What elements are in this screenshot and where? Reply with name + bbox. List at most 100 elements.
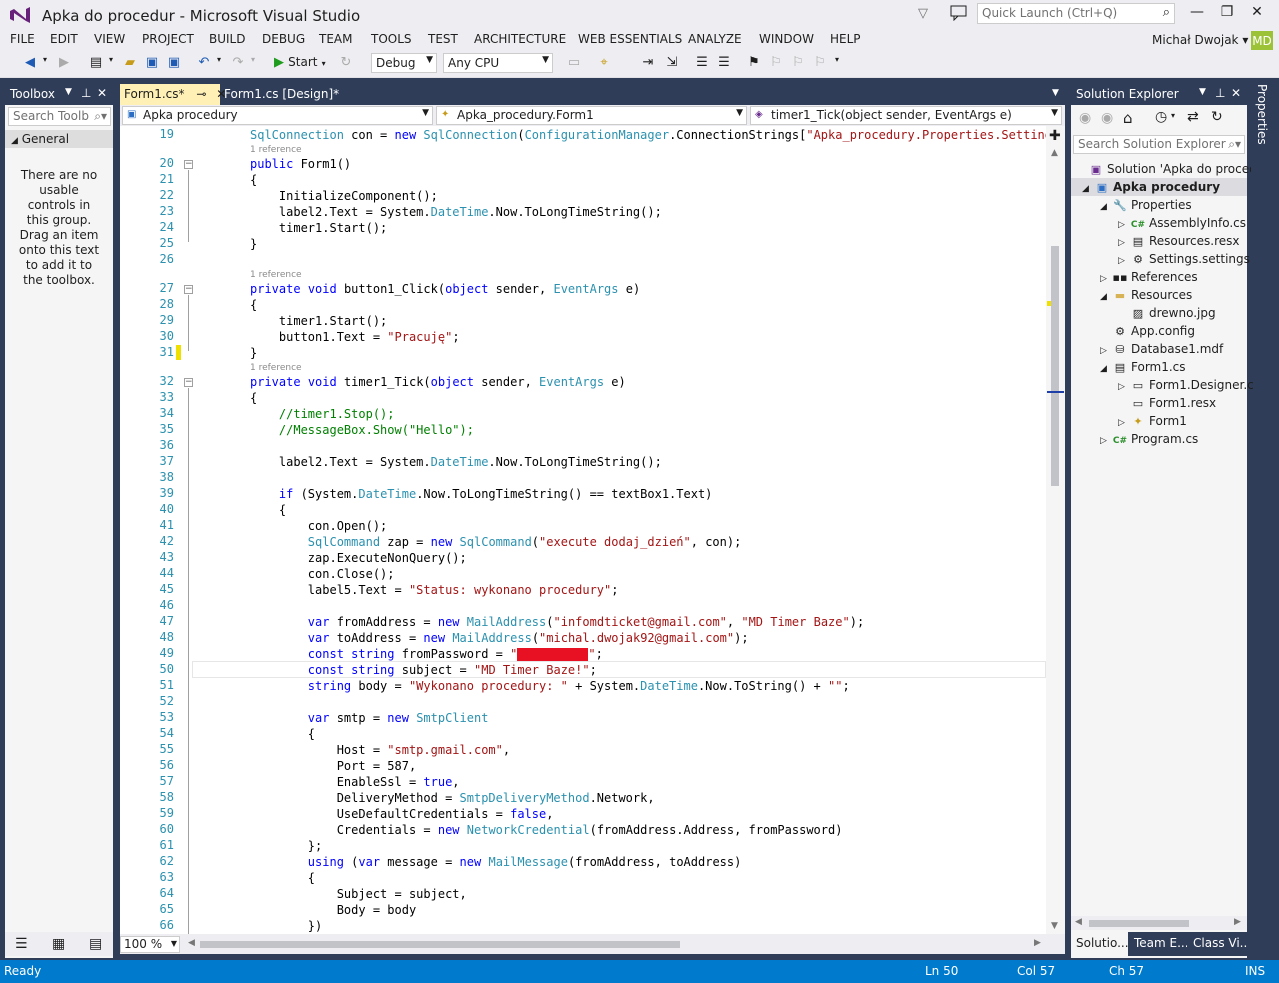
- scroll-down-icon[interactable]: ▼: [1051, 921, 1058, 931]
- tab-form1-design[interactable]: Form1.cs [Design]*: [220, 84, 340, 105]
- tree-item-resources-resx[interactable]: ▷ ▤ Resources.resx: [1118, 232, 1240, 250]
- menu-analyze[interactable]: ANALYZE: [688, 32, 742, 46]
- menu-team[interactable]: TEAM: [319, 32, 352, 46]
- scrollbar-thumb[interactable]: [1051, 246, 1059, 486]
- toolbar-overflow-icon[interactable]: ▾: [832, 55, 842, 73]
- menu-edit[interactable]: EDIT: [50, 32, 78, 46]
- tree-item-resources-folder[interactable]: ◢ ▬ Resources: [1100, 286, 1192, 304]
- tree-item-references[interactable]: ▷ ▪▪ References: [1100, 268, 1198, 286]
- tree-item-appconfig[interactable]: ⚙ App.config: [1112, 322, 1195, 340]
- class-dropdown[interactable]: ✦ Apka_procedury.Form1 ▼: [436, 106, 747, 125]
- outdent-icon[interactable]: ☰: [716, 55, 732, 73]
- next-bookmark-icon[interactable]: ⚐: [790, 55, 806, 73]
- back-icon[interactable]: ◉: [1079, 110, 1091, 126]
- menu-tools[interactable]: TOOLS: [371, 32, 412, 46]
- redo-icon[interactable]: ↷: [230, 55, 246, 73]
- menu-window[interactable]: WINDOW: [759, 32, 814, 46]
- indent-icon[interactable]: ☰: [694, 55, 710, 73]
- solution-explorer-hscrollbar[interactable]: ◀ ▶: [1071, 916, 1247, 930]
- history-dropdown-icon[interactable]: ▾: [1171, 111, 1175, 120]
- tree-item-form1-designer[interactable]: ▷ ▭ Form1.Designer.c: [1118, 376, 1254, 394]
- properties-side-tab[interactable]: Properties: [1251, 84, 1276, 234]
- solution-platform-select[interactable]: Any CPU ▼: [443, 53, 553, 73]
- tree-item-project[interactable]: ◢ ▣ Apka procedury: [1082, 178, 1220, 196]
- home-icon[interactable]: ⌂: [1123, 109, 1133, 127]
- attach-icon[interactable]: ▭: [566, 55, 582, 73]
- refresh-icon[interactable]: ↻: [1211, 109, 1223, 125]
- menu-help[interactable]: HELP: [830, 32, 861, 46]
- close-icon[interactable]: ✕: [97, 86, 107, 100]
- tree-item-drewno[interactable]: ▨ drewno.jpg: [1130, 304, 1216, 322]
- pin-icon[interactable]: ⊸: [196, 87, 206, 101]
- menu-project[interactable]: PROJECT: [142, 32, 194, 46]
- tab-solution-explorer[interactable]: Solutio...: [1071, 932, 1128, 956]
- codelens-reference[interactable]: 1 reference: [250, 145, 302, 155]
- codelens-reference[interactable]: 1 reference: [250, 363, 302, 373]
- user-name[interactable]: Michał Dwojak ▾: [1152, 33, 1248, 47]
- document-outline-icon[interactable]: ▤: [89, 936, 102, 952]
- back-dropdown-icon[interactable]: ▾: [40, 55, 50, 73]
- zoom-select[interactable]: 100 % ▼: [120, 936, 180, 953]
- server-explorer-icon[interactable]: ☰: [15, 936, 28, 952]
- pin-icon[interactable]: ⊥: [81, 86, 91, 100]
- sync-icon[interactable]: ⇄: [1187, 109, 1199, 125]
- tree-item-properties[interactable]: ◢ 🔧 Properties: [1100, 196, 1192, 214]
- tab-class-view[interactable]: Class Vi...: [1188, 932, 1247, 956]
- undo-dropdown-icon[interactable]: ▾: [214, 55, 224, 73]
- tree-item-settings[interactable]: ▷ ⚙ Settings.settings: [1118, 250, 1250, 268]
- step-into-icon[interactable]: ⇲: [664, 55, 680, 73]
- project-dropdown[interactable]: ▣ Apka procedury ▼: [122, 106, 433, 125]
- member-dropdown[interactable]: ◈ timer1_Tick(object sender, EventArgs e)…: [750, 106, 1062, 125]
- menu-file[interactable]: FILE: [10, 32, 35, 46]
- prev-bookmark-icon[interactable]: ⚐: [768, 55, 784, 73]
- undo-icon[interactable]: ↶: [196, 55, 212, 73]
- toolbox-search-input[interactable]: Search Toolb ⌕▾: [8, 107, 111, 126]
- menu-view[interactable]: VIEW: [94, 32, 125, 46]
- collapse-region-icon[interactable]: −: [184, 285, 193, 294]
- restore-button[interactable]: ❐: [1212, 4, 1242, 24]
- feedback-icon[interactable]: [950, 5, 968, 21]
- scroll-left-icon[interactable]: ◀: [188, 938, 195, 948]
- start-button[interactable]: ▶ Start ▾: [274, 55, 330, 73]
- history-icon[interactable]: ◷: [1155, 109, 1167, 125]
- chevron-down-icon[interactable]: ▼: [1199, 87, 1206, 97]
- tree-item-solution[interactable]: ▣ Solution 'Apka do procedu: [1088, 160, 1265, 178]
- scrollbar-thumb[interactable]: [1089, 920, 1189, 927]
- clear-bookmarks-icon[interactable]: ⚐: [812, 55, 828, 73]
- horizontal-scrollbar[interactable]: ◀ ▶: [120, 934, 1065, 954]
- solution-explorer-search-input[interactable]: Search Solution Explorer (⌕▾: [1073, 135, 1245, 154]
- scroll-right-icon[interactable]: ▶: [1034, 938, 1041, 948]
- tree-item-assemblyinfo[interactable]: ▷ C# AssemblyInfo.cs: [1118, 214, 1246, 232]
- avatar[interactable]: MD: [1251, 31, 1273, 51]
- tab-overflow-icon[interactable]: ▼: [1052, 88, 1059, 98]
- vertical-scrollbar[interactable]: ✚ ▲ ▼: [1046, 126, 1065, 934]
- menu-architecture[interactable]: ARCHITECTURE: [474, 32, 566, 46]
- save-all-icon[interactable]: ▣: [166, 55, 182, 73]
- tree-item-form1-resx[interactable]: ▭ Form1.resx: [1130, 394, 1216, 412]
- forward-icon[interactable]: ◉: [1101, 110, 1113, 126]
- quick-launch-input[interactable]: Quick Launch (Ctrl+Q) ⌕: [977, 3, 1175, 24]
- tree-item-form1-cs[interactable]: ◢ ▤ Form1.cs: [1100, 358, 1186, 376]
- forward-icon[interactable]: ▶: [56, 55, 72, 73]
- step-over-icon[interactable]: ⇥: [640, 55, 656, 73]
- minimize-button[interactable]: —: [1182, 4, 1212, 24]
- solution-configuration-select[interactable]: Debug ▼: [371, 53, 437, 73]
- tree-item-form1-class[interactable]: ▷ ✦ Form1: [1118, 412, 1187, 430]
- pin-icon[interactable]: ⊥: [1215, 86, 1225, 100]
- menu-build[interactable]: BUILD: [209, 32, 245, 46]
- redo-dropdown-icon[interactable]: ▾: [248, 55, 258, 73]
- toolbox-tab-icon[interactable]: ▦: [52, 936, 65, 952]
- codelens-reference[interactable]: 1 reference: [250, 270, 302, 280]
- find-in-files-icon[interactable]: ⌖: [596, 55, 612, 73]
- split-window-icon[interactable]: ✚: [1049, 128, 1061, 144]
- scroll-up-icon[interactable]: ▲: [1051, 148, 1058, 158]
- menu-web-essentials[interactable]: WEB ESSENTIALS: [578, 32, 682, 46]
- open-file-icon[interactable]: ▰: [122, 55, 138, 73]
- back-icon[interactable]: ◀: [22, 55, 38, 73]
- tree-item-database[interactable]: ▷ ⛁ Database1.mdf: [1100, 340, 1223, 358]
- tab-form1-cs[interactable]: Form1.cs* ⊸ ✕: [120, 84, 226, 105]
- chevron-down-icon[interactable]: ▼: [65, 87, 72, 97]
- code-editor[interactable]: SqlConnection con = new SqlConnection(Co…: [120, 126, 1046, 934]
- new-project-icon[interactable]: ▤: [88, 55, 104, 73]
- close-window-button[interactable]: ✕: [1242, 4, 1272, 24]
